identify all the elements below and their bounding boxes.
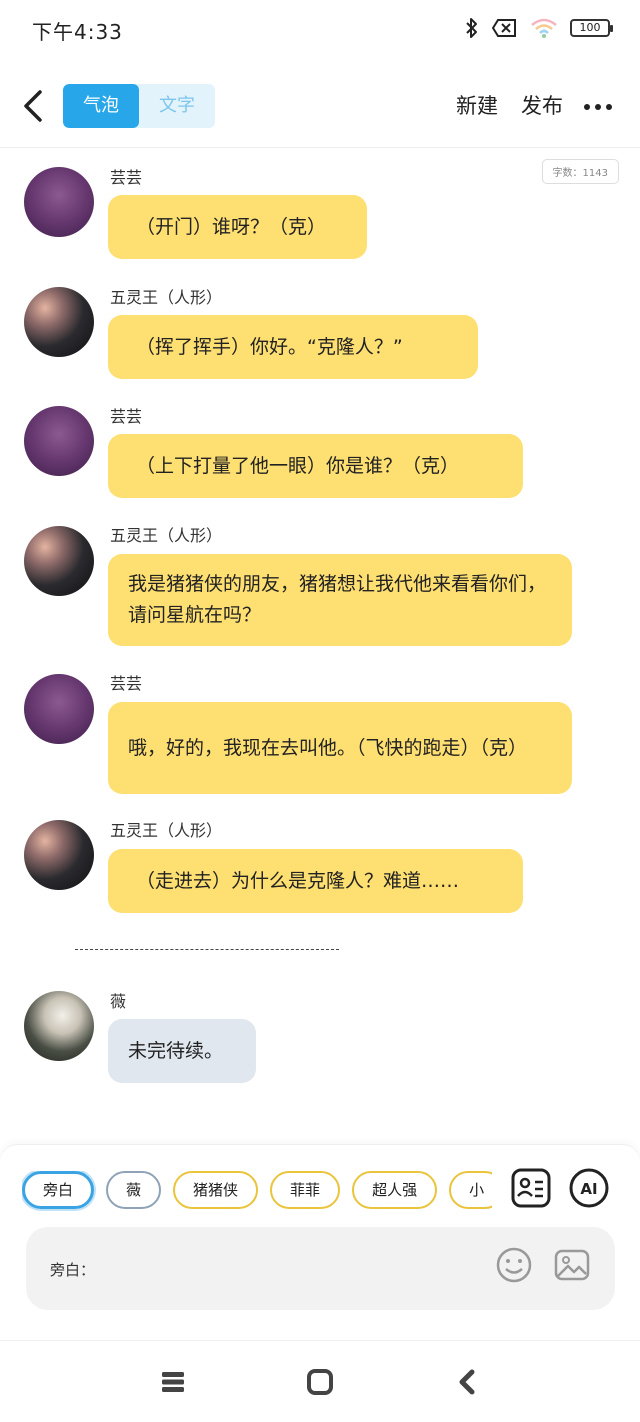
message-bubble[interactable]: （上下打量了他一眼）你是谁？（克） (108, 434, 523, 498)
character-selector: 旁白薇猪猪侠 菲菲 超人强小 (22, 1171, 492, 1211)
message-bubble[interactable]: （开门）谁呀？（克） (108, 195, 367, 259)
battery-indicator: 100 (570, 19, 613, 37)
emoji-icon[interactable] (494, 1245, 534, 1285)
system-nav-bar (0, 1340, 640, 1422)
message-sender: 芸芸 (110, 674, 143, 693)
editor-header: 气泡 文字 新建 发布 (0, 70, 640, 148)
character-chip[interactable]: 薇 (106, 1171, 162, 1209)
wifi-icon (531, 18, 557, 38)
message-sender: 薇 (110, 992, 127, 1011)
character-chip[interactable]: 菲菲 (270, 1171, 341, 1209)
message-input[interactable]: 旁白： (26, 1227, 615, 1310)
message-sender: 芸芸 (110, 168, 143, 187)
message-bubble[interactable]: （走进去）为什么是克隆人？难道…… (108, 849, 523, 913)
image-icon[interactable] (552, 1245, 592, 1285)
section-divider (75, 949, 339, 950)
tab-text[interactable]: 文字 (139, 84, 215, 128)
ai-icon[interactable]: AI (568, 1167, 610, 1209)
avatar[interactable] (24, 674, 94, 744)
message-sender: 五灵王（人形） (110, 821, 223, 840)
word-count-badge: 字数：1143 (541, 159, 619, 184)
message-bubble[interactable]: 未完待续。 (108, 1019, 256, 1083)
back-nav-icon[interactable] (453, 1367, 483, 1397)
message-bubble[interactable]: （挥了挥手）你好。“克隆人？” (108, 315, 478, 379)
compose-panel: 旁白薇猪猪侠 菲菲 超人强小 AI 旁白： (0, 1144, 640, 1340)
back-icon[interactable] (18, 86, 48, 126)
mode-toggle: 气泡 文字 (63, 84, 215, 128)
avatar[interactable] (24, 406, 94, 476)
more-icon[interactable] (584, 104, 612, 110)
character-card-icon[interactable] (510, 1167, 552, 1209)
message-sender: 芸芸 (110, 407, 143, 426)
character-chip[interactable]: 猪猪侠 (173, 1171, 259, 1209)
status-time: 下午4:33 (32, 20, 123, 44)
input-speaker-label: 旁白： (50, 1261, 96, 1279)
message-bubble[interactable]: 哦，好的，我现在去叫他。（飞快的跑走）（克） (108, 702, 572, 794)
message-bubble[interactable]: 我是猪猪侠的朋友，猪猪想让我代他来看看你们，请问星航在吗？ (108, 554, 572, 646)
character-chip[interactable]: 旁白 (22, 1171, 95, 1209)
publish-button[interactable]: 发布 (521, 90, 563, 120)
new-button[interactable]: 新建 (456, 90, 498, 120)
tab-bubble[interactable]: 气泡 (63, 84, 139, 128)
character-chip[interactable]: 小 (449, 1171, 492, 1209)
avatar[interactable] (24, 167, 94, 237)
bluetooth-icon (466, 18, 477, 38)
sim-off-icon (492, 19, 516, 37)
home-icon[interactable] (305, 1367, 335, 1397)
status-bar: 下午4:33 100 (0, 0, 640, 60)
avatar[interactable] (24, 820, 94, 890)
message-sender: 五灵王（人形） (110, 526, 223, 545)
chat-editor-screen: 下午4:33 100 气泡 文字 新建 发布 字数：1143 芸芸 （开门）谁呀… (0, 0, 640, 1422)
avatar[interactable] (24, 526, 94, 596)
character-chip[interactable]: 超人强 (352, 1171, 438, 1209)
avatar[interactable] (24, 287, 94, 357)
svg-text:AI: AI (580, 1180, 597, 1198)
status-icons: 100 (464, 16, 613, 40)
avatar[interactable] (24, 991, 94, 1061)
message-sender: 五灵王（人形） (110, 288, 223, 307)
menu-icon[interactable] (158, 1367, 188, 1397)
